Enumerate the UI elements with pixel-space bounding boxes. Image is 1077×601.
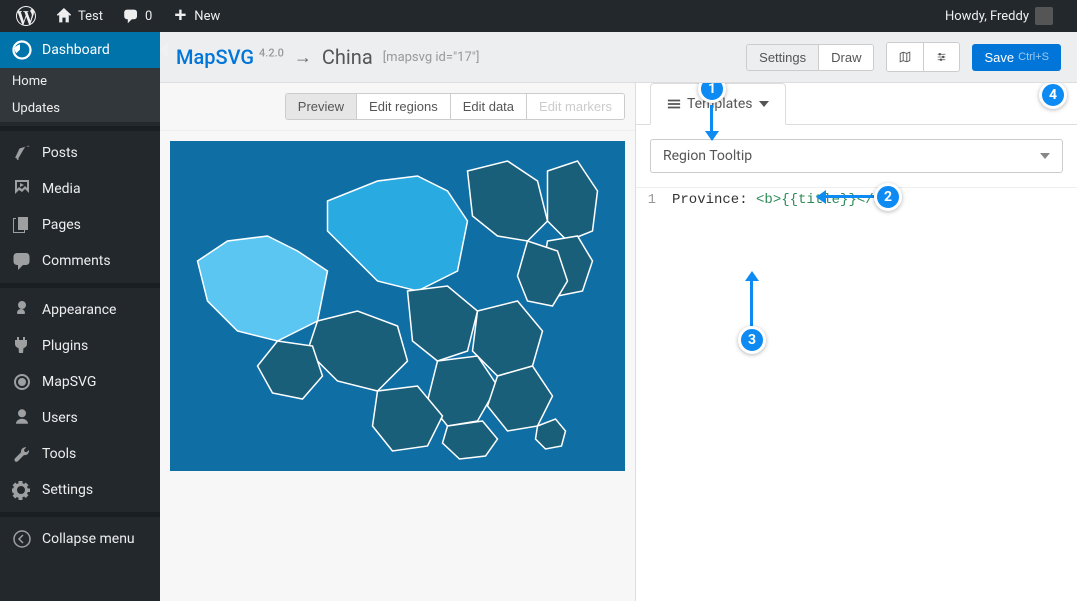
code-tag-open: <b> [756,192,781,208]
mapsvg-icon [12,372,32,392]
settings-mode-button[interactable]: Settings [747,45,818,70]
sliders-icon-button[interactable] [923,43,959,71]
tools-icon [12,444,32,464]
sidebar-item-label: Media [42,181,81,197]
plus-icon [172,8,188,24]
view-toggle-group [886,42,960,72]
preview-mode-group: Preview Edit regions Edit data Edit mark… [285,93,625,120]
wordpress-icon [16,6,36,26]
annotation-1-arrow [710,105,713,131]
comments-icon [12,251,32,271]
preview-panel: Preview Edit regions Edit data Edit mark… [160,83,635,601]
mode-toggle-group: Settings Draw [746,44,874,71]
dashboard-icon [12,40,32,60]
users-icon [12,408,32,428]
menu-icon [667,97,681,111]
collapse-icon [12,529,32,549]
annotation-3-arrow [750,281,753,326]
appearance-icon [12,300,32,320]
sidebar-item-mapsvg[interactable]: MapSVG [0,364,160,400]
map-preview[interactable] [170,141,625,471]
sidebar-item-media[interactable]: Media [0,171,160,207]
site-name-label: Test [78,9,103,24]
template-select[interactable]: Region Tooltip [650,139,1063,173]
config-panel: Templates Region Tooltip 1 [635,83,1077,601]
annotation-1-arrowhead [705,131,719,141]
avatar [1035,7,1053,25]
map-title: China [322,45,373,69]
sidebar-item-label: Appearance [42,302,116,318]
sidebar-item-appearance[interactable]: Appearance [0,292,160,328]
edit-markers-button: Edit markers [526,94,624,119]
save-button[interactable]: Save Ctrl+S [972,44,1061,71]
admin-bar: Test 0 New Howdy, Freddy [0,0,1077,32]
media-icon [12,179,32,199]
code-editor[interactable]: 1 Province: <b>{{title}}</b> [636,188,1077,601]
map-view-icon-button[interactable] [887,43,923,71]
edit-data-button[interactable]: Edit data [450,94,526,119]
sidebar-sub-updates[interactable]: Updates [0,95,160,122]
sidebar-item-settings[interactable]: Settings [0,472,160,508]
new-content-menu[interactable]: New [164,0,228,32]
sidebar-item-label: Users [42,410,78,426]
map-shortcode: [mapsvg id="17"] [383,50,480,65]
comment-icon [123,8,139,24]
admin-sidebar: Dashboard Home Updates Posts Media Pages [0,32,160,601]
sidebar-item-label: Dashboard [42,42,110,58]
mapsvg-version: 4.2.0 [259,46,284,59]
settings-icon [12,480,32,500]
annotation-2: 2 [874,183,902,211]
select-value: Region Tooltip [663,148,752,164]
annotation-3-arrowhead [745,271,759,281]
sidebar-item-label: MapSVG [42,374,96,390]
annotation-2-arrowhead [816,190,826,204]
new-content-label: New [194,9,220,24]
sidebar-item-label: Collapse menu [42,531,135,547]
comments-menu[interactable]: 0 [115,0,160,32]
posts-icon [12,143,32,163]
sidebar-collapse[interactable]: Collapse menu [0,521,160,557]
wp-logo-menu[interactable] [8,0,44,32]
howdy-text: Howdy, Freddy [945,9,1029,24]
sidebar-item-label: Tools [42,446,76,462]
preview-button[interactable]: Preview [286,94,356,119]
draw-mode-button[interactable]: Draw [818,45,873,70]
sidebar-item-label: Pages [42,217,81,233]
sidebar-item-tools[interactable]: Tools [0,436,160,472]
sidebar-item-label: Posts [42,145,78,161]
home-icon [56,8,72,24]
user-menu[interactable]: Howdy, Freddy [937,0,1061,32]
sidebar-item-plugins[interactable]: Plugins [0,328,160,364]
sidebar-item-users[interactable]: Users [0,400,160,436]
sidebar-item-posts[interactable]: Posts [0,135,160,171]
mapsvg-brand[interactable]: MapSVG 4.2.0 [176,45,284,69]
sidebar-item-label: Comments [42,253,111,269]
line-number: 1 [636,188,664,601]
sidebar-item-pages[interactable]: Pages [0,207,160,243]
annotation-3: 3 [738,326,766,354]
comments-count: 0 [145,9,152,24]
save-shortcut: Ctrl+S [1018,51,1049,63]
site-name-menu[interactable]: Test [48,0,111,32]
sidebar-item-comments[interactable]: Comments [0,243,160,279]
chevron-down-icon [1040,153,1050,159]
code-text: Province: [672,192,756,208]
plugins-icon [12,336,32,356]
sidebar-item-label: Settings [42,482,93,498]
breadcrumb-arrow: → [294,47,312,68]
mapsvg-header: MapSVG 4.2.0 → China [mapsvg id="17"] Se… [160,32,1077,83]
sidebar-item-dashboard[interactable]: Dashboard [0,32,160,68]
sidebar-sub-home[interactable]: Home [0,68,160,95]
caret-down-icon [759,101,769,107]
pages-icon [12,215,32,235]
annotation-2-arrow [826,195,874,198]
sidebar-item-label: Plugins [42,338,88,354]
edit-regions-button[interactable]: Edit regions [356,94,450,119]
